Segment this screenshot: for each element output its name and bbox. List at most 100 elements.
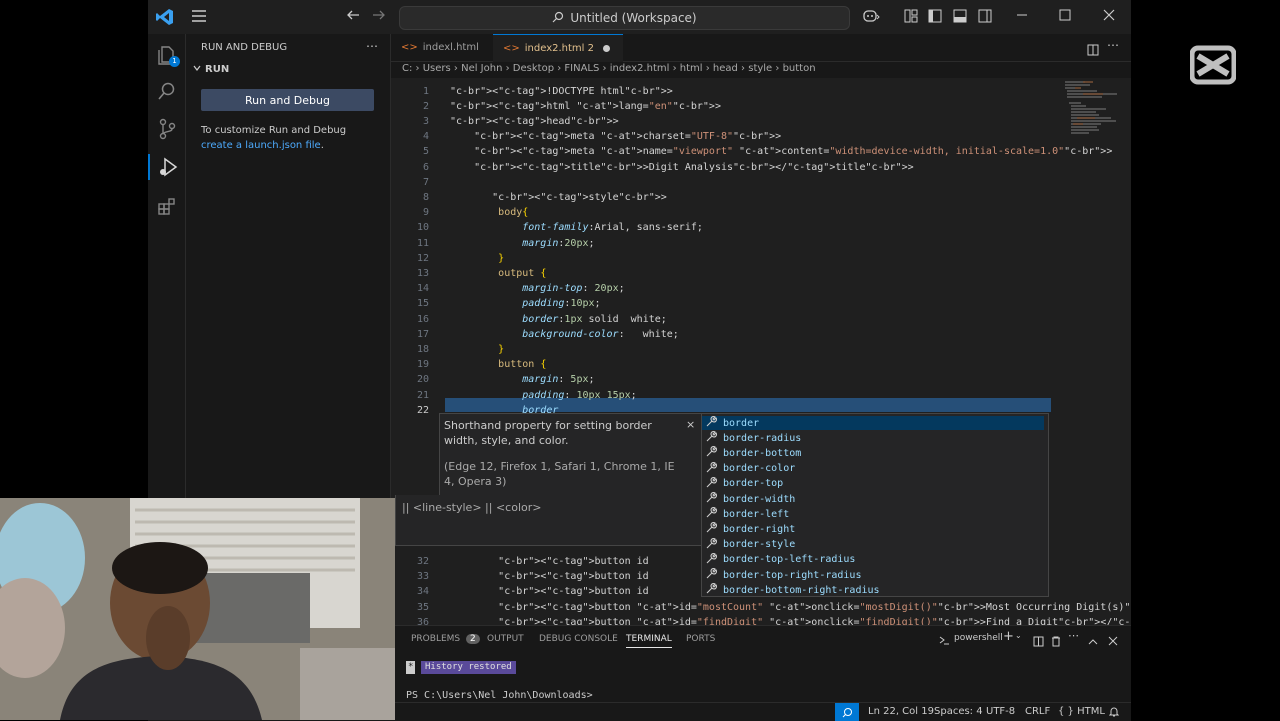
code-line[interactable]: padding:10px; — [450, 298, 600, 309]
code-line[interactable]: "c-br"><"c-tag">html "c-at">lang="en""c-… — [450, 101, 721, 112]
tab-debug-console[interactable]: DEBUG CONSOLE — [539, 634, 618, 644]
code-line[interactable]: output { — [450, 268, 546, 279]
code-line[interactable]: "c-br"><"c-tag">title"c-br">>Digit Analy… — [450, 162, 914, 173]
customize-layout-icon[interactable] — [904, 9, 918, 27]
terminal-prompt[interactable]: PS C:\Users\Nel John\Downloads> — [406, 690, 593, 701]
add-terminal-icon[interactable]: + — [1003, 629, 1014, 644]
breadcrumb-item[interactable]: Users — [423, 63, 451, 74]
search-activity-icon[interactable] — [154, 78, 180, 104]
cursor-position[interactable]: Ln 22, Col 19 — [868, 706, 934, 717]
command-center[interactable]: Untitled (Workspace) — [399, 6, 850, 30]
toggle-panel-icon[interactable] — [953, 9, 967, 27]
tab-terminal[interactable]: TERMINAL — [626, 634, 672, 648]
run-and-debug-button[interactable]: Run and Debug — [201, 89, 374, 111]
suggestion-item[interactable]: border-radius — [706, 431, 801, 445]
close-panel-icon[interactable] — [1108, 631, 1118, 650]
suggestion-item[interactable]: border-left — [706, 507, 789, 521]
explorer-icon[interactable]: 1 — [154, 42, 180, 68]
code-line[interactable]: button { — [450, 359, 546, 370]
minimap[interactable] — [1053, 78, 1131, 158]
more-actions-icon[interactable]: ⋯ — [1107, 38, 1119, 52]
code-line[interactable]: margin: 5px; — [450, 374, 594, 385]
code-line[interactable]: "c-br"><"c-tag">meta "c-at">name="viewpo… — [450, 146, 1112, 157]
code-line[interactable]: "c-br"><"c-tag">meta "c-at">charset="UTF… — [450, 131, 781, 142]
forward-arrow-icon[interactable] — [372, 8, 386, 26]
indentation[interactable]: Spaces: 4 — [934, 706, 983, 717]
tab-ports[interactable]: PORTS — [686, 634, 715, 644]
code-line[interactable]: margin:20px; — [450, 238, 594, 249]
zoom-icon[interactable] — [835, 703, 859, 721]
suggestion-item[interactable]: border-style — [706, 537, 795, 552]
code-line[interactable]: body{ — [450, 207, 528, 218]
minimize-icon[interactable] — [1016, 9, 1028, 25]
toggle-sidebar-icon[interactable] — [928, 9, 942, 27]
close-icon[interactable] — [1103, 9, 1115, 25]
suggestion-item[interactable]: border-bottom — [706, 446, 801, 460]
split-editor-icon[interactable] — [1087, 41, 1099, 60]
breadcrumb-item[interactable]: Desktop — [513, 63, 554, 74]
tab-problems[interactable]: PROBLEMS 2 — [411, 634, 480, 644]
more-actions-icon[interactable]: ⋯ — [1068, 629, 1079, 642]
run-debug-icon[interactable] — [148, 154, 186, 180]
line-number: 1 — [422, 86, 429, 97]
maximize-icon[interactable] — [1059, 9, 1071, 25]
breadcrumb-item[interactable]: index2.html — [610, 63, 670, 74]
suggestion-item[interactable]: border-top-left-radius — [706, 552, 855, 567]
code-line[interactable]: "c-br"><"c-tag">button "c-at">id="findDi… — [450, 617, 1131, 625]
line-number: 34 — [416, 586, 429, 597]
copilot-icon[interactable] — [862, 9, 880, 27]
run-section-header[interactable]: RUN — [193, 64, 229, 75]
suggestion-item[interactable]: border-color — [706, 461, 795, 476]
suggestion-item[interactable]: border-right — [706, 522, 795, 536]
suggestion-item[interactable]: border-top-right-radius — [706, 567, 861, 582]
explorer-badge: 1 — [169, 56, 180, 67]
suggestion-label: border-bottom — [723, 447, 802, 459]
code-line[interactable]: margin-top: 20px; — [450, 283, 624, 294]
suggestion-item[interactable]: border-width — [706, 491, 795, 506]
code-line[interactable]: "c-br"><"c-tag">!DOCTYPE html"c-br">> — [450, 86, 673, 97]
maximize-panel-icon[interactable] — [1088, 632, 1098, 651]
breadcrumb-item[interactable]: Nel John — [461, 63, 502, 74]
menu-icon[interactable] — [191, 8, 207, 28]
tab-index2[interactable]: <> index2.html 2 — [493, 34, 623, 62]
language-mode[interactable]: { } HTML — [1058, 706, 1105, 717]
back-arrow-icon[interactable] — [346, 8, 360, 26]
code-line[interactable]: background-color: white; — [450, 329, 679, 340]
close-hover-icon[interactable]: × — [686, 418, 695, 431]
breadcrumb-item[interactable]: style — [748, 63, 772, 74]
unsaved-dot-icon[interactable] — [602, 45, 610, 52]
code-line[interactable]: } — [450, 253, 504, 264]
source-control-icon[interactable] — [154, 116, 180, 142]
create-launch-link[interactable]: create a launch.json file — [201, 140, 321, 151]
code-line[interactable]: "c-br"><"c-tag">button "c-at">id="mostCo… — [450, 602, 1131, 613]
suggestion-item[interactable]: border-top — [706, 476, 783, 491]
tab-output[interactable]: OUTPUT — [487, 634, 524, 644]
code-line[interactable]: "c-br"><"c-tag">style"c-br">> — [450, 192, 667, 203]
breadcrumb-item[interactable]: FINALS — [564, 63, 599, 74]
breadcrumb-item[interactable]: head — [713, 63, 738, 74]
encoding[interactable]: UTF-8 — [986, 706, 1015, 717]
breadcrumb-item[interactable]: C: — [402, 63, 412, 74]
line-ending[interactable]: CRLF — [1025, 706, 1050, 717]
trash-icon[interactable] — [1051, 632, 1061, 651]
notifications-icon[interactable] — [1108, 706, 1120, 720]
code-line[interactable]: "c-br"><"c-tag">button id — [450, 586, 649, 597]
code-line[interactable]: font-family:Arial, sans-serif; — [450, 222, 703, 233]
code-line[interactable]: "c-br"><"c-tag">button id — [450, 556, 649, 567]
code-line[interactable]: border:1px solid white; — [450, 314, 667, 325]
code-line[interactable]: padding: 10px 15px; — [450, 390, 636, 401]
breadcrumb-item[interactable]: button — [783, 63, 816, 74]
more-actions-icon[interactable]: ⋯ — [366, 39, 378, 53]
chevron-down-icon[interactable]: ⌄ — [1015, 631, 1022, 640]
shell-selector[interactable]: powershell — [954, 633, 1003, 643]
toggle-secondary-sidebar-icon[interactable] — [978, 9, 992, 27]
extensions-icon[interactable] — [154, 194, 180, 220]
split-terminal-icon[interactable] — [1033, 632, 1044, 651]
hover-description: Shorthand property for setting border wi… — [444, 419, 652, 447]
breadcrumb-item[interactable]: html — [680, 63, 703, 74]
code-line[interactable]: } — [450, 344, 504, 355]
suggestion-item[interactable]: border — [702, 415, 1044, 430]
suggestion-item[interactable]: border-bottom-right-radius — [706, 583, 880, 597]
code-line[interactable]: "c-br"><"c-tag">head"c-br">> — [450, 116, 619, 127]
code-line[interactable]: "c-br"><"c-tag">button id — [450, 571, 649, 582]
